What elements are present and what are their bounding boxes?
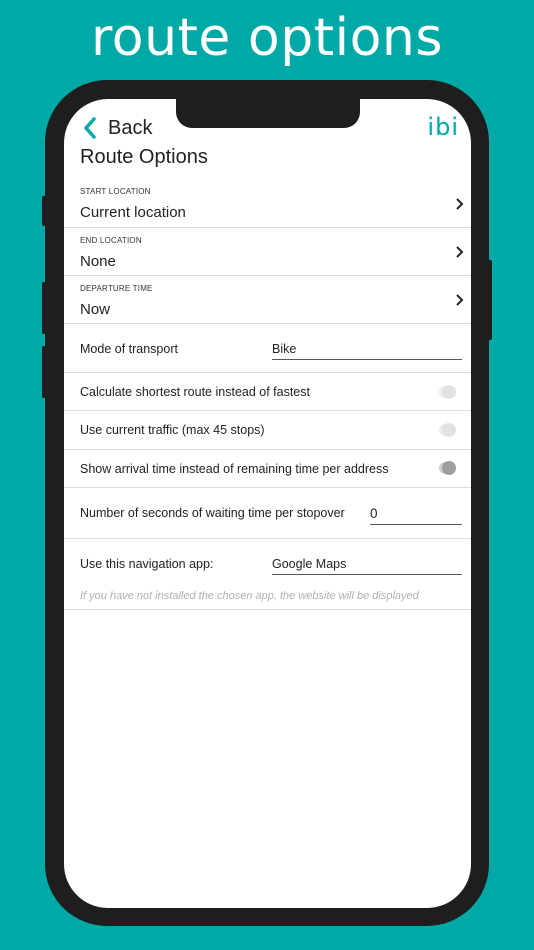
departure-time-label: DEPARTURE TIME [80,284,153,293]
waiting-time-row: Number of seconds of waiting time per st… [64,488,471,539]
chevron-right-icon [456,246,464,258]
chevron-right-icon [456,294,464,306]
shortest-route-label: Calculate shortest route instead of fast… [80,385,310,399]
current-traffic-toggle[interactable] [439,423,456,437]
end-location-label: END LOCATION [80,236,142,245]
toggle-knob [442,423,456,437]
shortest-route-toggle[interactable] [439,385,456,399]
chevron-right-icon [456,198,464,210]
start-location-value: Current location [80,204,186,221]
mode-of-transport-select[interactable]: Bike [272,342,462,360]
end-location-value: None [80,253,116,270]
waiting-time-label: Number of seconds of waiting time per st… [80,506,345,520]
chevron-left-icon [84,117,96,139]
shortest-route-row: Calculate shortest route instead of fast… [64,373,471,411]
back-label: Back [108,116,153,139]
current-traffic-row: Use current traffic (max 45 stops) [64,411,471,450]
page-title: Route Options [80,146,208,168]
mode-of-transport-label: Mode of transport [80,342,178,356]
navigation-app-label: Use this navigation app: [80,557,214,571]
mode-of-transport-row: Mode of transport Bike [64,324,471,373]
navigation-app-note: If you have not installed the chosen app… [80,590,419,602]
toggle-knob [442,385,456,399]
back-button[interactable]: Back [82,115,152,141]
start-location-label: START LOCATION [80,187,151,196]
arrival-time-label: Show arrival time instead of remaining t… [80,462,389,476]
start-location-row[interactable]: START LOCATION Current location [64,179,471,228]
departure-time-row[interactable]: DEPARTURE TIME Now [64,276,471,324]
toggle-knob [442,461,456,475]
end-location-row[interactable]: END LOCATION None [64,228,471,276]
phone-notch [176,99,360,128]
navigation-app-select[interactable]: Google Maps [272,557,462,575]
departure-time-value: Now [80,301,111,318]
app-screen: Back ibi Route Options START LOCATION Cu… [64,99,471,908]
arrival-time-toggle[interactable] [439,461,456,475]
promo-headline: route options [91,8,443,68]
ibi-logo: ibi [427,113,459,141]
waiting-time-input[interactable]: 0 [370,506,462,525]
current-traffic-label: Use current traffic (max 45 stops) [80,423,265,437]
arrival-time-row: Show arrival time instead of remaining t… [64,450,471,488]
